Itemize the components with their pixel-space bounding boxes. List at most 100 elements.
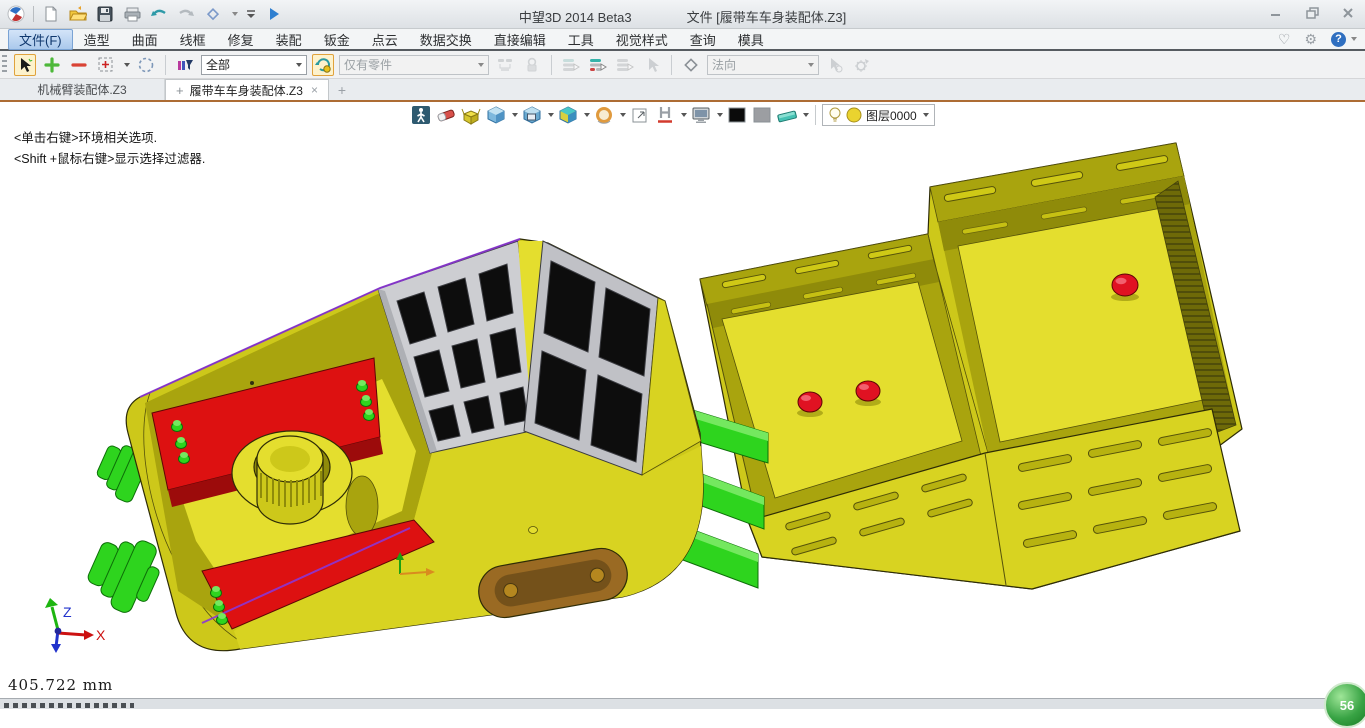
help-icon[interactable]: ?	[1331, 32, 1346, 47]
unfold-box-icon[interactable]	[460, 104, 482, 126]
menu-tab-wireframe[interactable]: 线框	[169, 29, 217, 50]
layer-caret[interactable]	[923, 113, 929, 117]
align-h-icon[interactable]	[654, 104, 676, 126]
knob[interactable]	[797, 392, 823, 417]
model-cargo-trays[interactable]	[700, 143, 1242, 589]
refresh-filter-icon[interactable]	[312, 54, 334, 76]
filter-icon[interactable]	[174, 54, 196, 76]
viewport-3d[interactable]: Z X	[0, 102, 1365, 698]
normal-diamond-icon[interactable]	[680, 54, 702, 76]
pick-box-icon[interactable]	[95, 54, 117, 76]
zoom-ring-icon[interactable]	[593, 104, 615, 126]
minimize-button[interactable]	[1263, 3, 1289, 23]
shaded-screen-caret[interactable]	[548, 113, 554, 117]
undo-icon[interactable]	[149, 4, 169, 24]
doc-tab-track-body[interactable]: + 履带车车身装配体.Z3 ×	[165, 79, 329, 100]
constrain-icon[interactable]	[521, 54, 543, 76]
add-select-icon[interactable]	[41, 54, 63, 76]
pick-scope-caret[interactable]	[478, 63, 484, 67]
list-other-icon[interactable]	[614, 54, 636, 76]
document-tab-bar: 机械臂装配体.Z3 + 履带车车身装配体.Z3 × +	[0, 79, 1365, 100]
favorite-icon[interactable]: ♡	[1278, 31, 1291, 48]
status-bar	[0, 698, 1365, 709]
section-cube-icon[interactable]	[557, 104, 579, 126]
save-icon[interactable]	[95, 4, 115, 24]
new-doc-tab-button[interactable]: +	[329, 79, 355, 100]
badge-count: 56	[1340, 698, 1354, 713]
new-file-icon[interactable]	[41, 4, 61, 24]
view-mode-caret[interactable]	[232, 12, 238, 16]
display-monitor-icon[interactable]	[690, 104, 712, 126]
layer-selector[interactable]: 图层0000	[822, 104, 935, 126]
entity-filter-value: 全部	[206, 56, 230, 73]
black-swatch[interactable]	[726, 104, 748, 126]
align-h-caret[interactable]	[681, 113, 687, 117]
menu-tab-repair[interactable]: 修复	[217, 29, 265, 50]
model-vehicle-body[interactable]	[80, 239, 703, 651]
section-cube-caret[interactable]	[584, 113, 590, 117]
viewport-canvas[interactable]: 图层0000 <单击右键>环境相关选项. <Shift +鼠标右键>显示选择过滤…	[0, 102, 1365, 698]
exit-environment-icon[interactable]	[410, 104, 432, 126]
menu-tab-data-exchange[interactable]: 数据交换	[409, 29, 483, 50]
menu-tab-sheetmetal[interactable]: 钣金	[313, 29, 361, 50]
gray-swatch[interactable]	[751, 104, 773, 126]
shaded-cube-icon[interactable]	[485, 104, 507, 126]
normal-mode-combo[interactable]: 法向	[707, 55, 819, 75]
entity-filter-caret[interactable]	[296, 63, 302, 67]
open-file-icon[interactable]	[68, 4, 88, 24]
pick-box-caret[interactable]	[124, 63, 130, 67]
axle-stub[interactable]	[80, 526, 169, 620]
knob[interactable]	[855, 381, 881, 406]
knob[interactable]	[1111, 274, 1139, 301]
display-monitor-caret[interactable]	[717, 113, 723, 117]
menu-tab-pointcloud[interactable]: 点云	[361, 29, 409, 50]
pick-cursor-icon[interactable]	[14, 54, 36, 76]
align-icon[interactable]	[494, 54, 516, 76]
normal-mode-caret[interactable]	[808, 63, 814, 67]
divider	[815, 105, 816, 125]
lasso-icon[interactable]	[135, 54, 157, 76]
menu-tab-assembly[interactable]: 装配	[265, 29, 313, 50]
resume-icon[interactable]	[264, 4, 284, 24]
shaded-screen-icon[interactable]	[521, 104, 543, 126]
eraser-wedge-icon[interactable]	[776, 104, 798, 126]
restore-button[interactable]	[1299, 3, 1325, 23]
list-history-icon[interactable]	[560, 54, 582, 76]
entity-filter-combo[interactable]: 全部	[201, 55, 307, 75]
menu-tab-mold[interactable]: 模具	[727, 29, 775, 50]
erase-icon[interactable]	[435, 104, 457, 126]
zoom-window-icon[interactable]	[629, 104, 651, 126]
pick-normal-icon[interactable]	[824, 54, 846, 76]
help-caret[interactable]	[1351, 37, 1357, 41]
pick-scope-value: 仅有零件	[344, 56, 392, 73]
pick-last-icon[interactable]	[641, 54, 663, 76]
shaded-cube-caret[interactable]	[512, 113, 518, 117]
doc-tab-robot-arm[interactable]: 机械臂装配体.Z3	[0, 79, 165, 100]
notification-badge[interactable]: 56	[1324, 682, 1365, 728]
doc-tab-close-icon[interactable]: ×	[311, 83, 318, 97]
redo-icon[interactable]	[176, 4, 196, 24]
menu-tab-surface[interactable]: 曲面	[121, 29, 169, 50]
zoom-ring-caret[interactable]	[620, 113, 626, 117]
pin-hole	[529, 527, 538, 534]
pick-scope-combo[interactable]: 仅有零件	[339, 55, 489, 75]
menu-tab-direct-edit[interactable]: 直接编辑	[483, 29, 557, 50]
eraser-wedge-caret[interactable]	[803, 113, 809, 117]
title-bar: 中望3D 2014 Beta3 文件 [履带车车身装配体.Z3]	[0, 0, 1365, 29]
menu-tab-shape[interactable]: 造型	[73, 29, 121, 50]
list-active-icon[interactable]	[587, 54, 609, 76]
zw3d-window: { "window": { "app_title": "中望3D 2014 Be…	[0, 0, 1365, 708]
menu-tab-tools[interactable]: 工具	[557, 29, 605, 50]
settings-gear-icon[interactable]: ⚙	[1304, 31, 1317, 48]
customize-toolbar-icon[interactable]	[245, 4, 257, 24]
menu-tab-inquire[interactable]: 查询	[679, 29, 727, 50]
toolbar-grip[interactable]	[2, 55, 7, 75]
app-logo-icon	[6, 4, 26, 24]
remove-select-icon[interactable]	[68, 54, 90, 76]
view-mode-icon[interactable]	[203, 4, 223, 24]
print-icon[interactable]	[122, 4, 142, 24]
menu-tab-visual-style[interactable]: 视觉样式	[605, 29, 679, 50]
close-button[interactable]	[1335, 3, 1361, 23]
menu-tab-file[interactable]: 文件(F)	[8, 29, 73, 50]
pick-settings-icon[interactable]	[851, 54, 873, 76]
